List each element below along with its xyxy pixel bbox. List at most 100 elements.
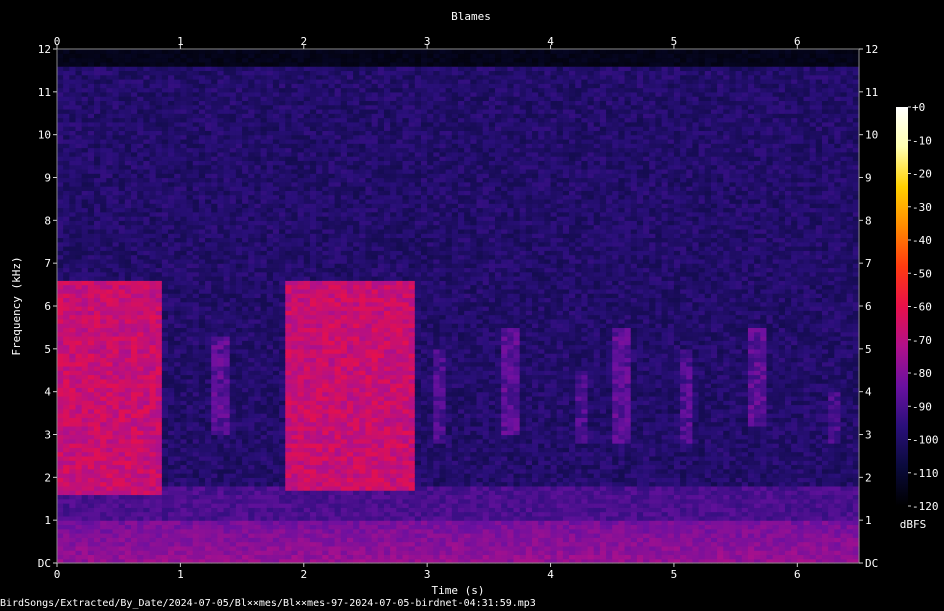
heatmap-cell: [168, 533, 175, 538]
heatmap-cell: [229, 357, 237, 363]
heatmap-cell: [168, 301, 175, 307]
heatmap-cell: [235, 545, 243, 551]
heatmap-cell: [198, 335, 206, 341]
heatmap-cell: [186, 498, 194, 504]
heatmap-cell: [192, 87, 200, 93]
heatmap-cell: [285, 216, 293, 221]
heatmap-cell: [118, 374, 126, 380]
heatmap-cell: [198, 374, 206, 380]
heatmap-cell: [198, 134, 206, 140]
heatmap-cell: [285, 395, 293, 401]
heatmap-cell: [112, 357, 120, 363]
heatmap-cell: [124, 293, 132, 299]
heatmap-cell: [297, 511, 305, 517]
heatmap-cell: [94, 284, 101, 290]
heatmap-cell: [198, 297, 206, 303]
heatmap-cell: [235, 156, 243, 161]
heatmap-cell: [106, 481, 114, 487]
heatmap-cell: [235, 91, 243, 97]
heatmap-cell: [63, 181, 70, 187]
heatmap-cell: [112, 344, 120, 350]
heatmap-cell: [205, 387, 212, 393]
heatmap-cell: [100, 151, 107, 157]
heatmap-cell: [242, 134, 249, 140]
heatmap-cell: [137, 284, 144, 290]
heatmap-cell: [235, 220, 243, 226]
heatmap-cell: [124, 151, 132, 157]
heatmap-cell: [75, 541, 83, 547]
heatmap-cell: [279, 117, 286, 123]
heatmap-cell: [198, 237, 206, 243]
heatmap-cell: [168, 490, 175, 496]
heatmap-cell: [131, 327, 138, 333]
heatmap-cell: [161, 91, 169, 97]
heatmap-cell: [112, 327, 120, 333]
heatmap-cell: [155, 473, 163, 478]
heatmap-cell: [217, 455, 225, 461]
heatmap-cell: [198, 233, 206, 239]
heatmap-cell: [211, 186, 218, 191]
heatmap-cell: [266, 211, 274, 217]
heatmap-cell: [118, 66, 126, 72]
heatmap-cell: [118, 353, 126, 358]
heatmap-cell: [149, 460, 157, 466]
heatmap-cell: [161, 70, 169, 76]
heatmap-cell: [57, 455, 64, 461]
heatmap-cell: [124, 348, 132, 354]
heatmap-cell: [297, 434, 305, 440]
heatmap-cell: [186, 194, 194, 200]
heatmap-cell: [235, 400, 243, 406]
heatmap-cell: [242, 130, 249, 136]
heatmap-cell: [81, 537, 89, 543]
heatmap-cell: [131, 306, 138, 311]
heatmap-cell: [69, 438, 77, 444]
heatmap-cell: [149, 443, 157, 448]
heatmap-cell: [211, 66, 218, 72]
heatmap-cell: [100, 374, 107, 380]
heatmap-cell: [81, 237, 89, 243]
heatmap-cell: [279, 241, 286, 247]
heatmap-cell: [192, 258, 200, 264]
heatmap-cell: [291, 211, 299, 217]
heatmap-cell: [192, 284, 200, 290]
heatmap-cell: [254, 288, 262, 294]
heatmap-cell: [192, 331, 200, 337]
heatmap-cell: [186, 250, 194, 256]
heatmap-cell: [137, 520, 144, 526]
heatmap-cell: [81, 147, 89, 153]
heatmap-cell: [223, 515, 231, 521]
heatmap-cell: [285, 49, 293, 54]
heatmap-cell: [112, 297, 120, 303]
heatmap-cell: [217, 104, 225, 110]
heatmap-cell: [94, 57, 101, 63]
heatmap-cell: [303, 126, 311, 131]
heatmap-cell: [254, 83, 262, 89]
heatmap-cell: [217, 91, 225, 97]
heatmap-cell: [100, 220, 107, 226]
heatmap-cell: [87, 498, 95, 504]
heatmap-cell: [223, 370, 231, 376]
heatmap-cell: [254, 425, 262, 431]
heatmap-cell: [248, 511, 256, 517]
heatmap-cell: [137, 228, 144, 234]
heatmap-cell: [279, 194, 286, 200]
heatmap-cell: [186, 186, 194, 191]
heatmap-cell: [229, 70, 237, 76]
heatmap-cell: [149, 280, 157, 286]
heatmap-cell: [106, 357, 114, 363]
heatmap-cell: [205, 361, 212, 367]
heatmap-cell: [63, 425, 70, 431]
heatmap-cell: [161, 387, 169, 393]
heatmap-cell: [149, 318, 157, 324]
heatmap-cell: [279, 507, 286, 513]
heatmap-cell: [57, 318, 64, 324]
heatmap-cell: [118, 258, 126, 264]
heatmap-cell: [81, 477, 89, 483]
heatmap-cell: [223, 220, 231, 226]
heatmap-cell: [174, 473, 181, 478]
heatmap-cell: [124, 545, 132, 551]
heatmap-cell: [57, 280, 64, 286]
heatmap-cell: [69, 250, 77, 256]
heatmap-cell: [254, 190, 262, 196]
heatmap-cell: [57, 494, 64, 500]
